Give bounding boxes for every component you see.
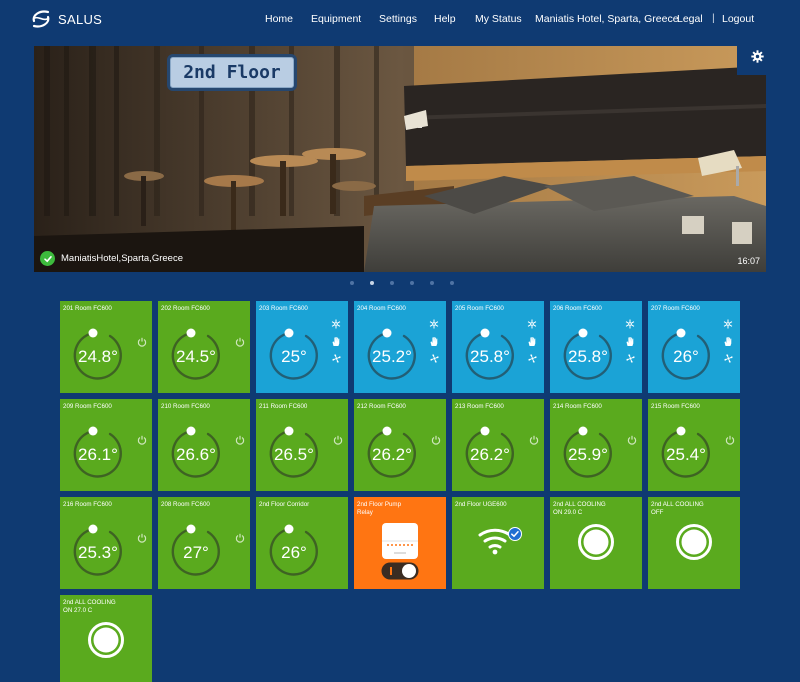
- device-tile[interactable]: 208 Room FC600 27°: [158, 497, 250, 589]
- device-tile[interactable]: 209 Room FC600 26.1°: [60, 399, 152, 491]
- nav-help-link[interactable]: Help: [434, 13, 456, 25]
- device-tile[interactable]: 203 Room FC600 25°: [256, 301, 348, 393]
- nav-my-status-link[interactable]: My Status: [475, 13, 522, 25]
- device-temperature: 26°: [673, 347, 699, 366]
- device-temperature: 27°: [183, 543, 209, 562]
- top-navigation-bar: SALUS Home Equipment Settings Help My St…: [0, 0, 800, 40]
- device-temperature: 25°: [281, 347, 307, 366]
- device-tile[interactable]: 204 Room FC600 25.2°: [354, 301, 446, 393]
- check-circle-icon: [40, 251, 55, 266]
- device-temperature: 26.6°: [176, 445, 216, 464]
- nav-equipment-link[interactable]: Equipment: [311, 13, 361, 25]
- device-tile[interactable]: 202 Room FC600 24.5°: [158, 301, 250, 393]
- carousel-dot[interactable]: [350, 281, 354, 285]
- nav-site-link[interactable]: Maniatis Hotel, Sparta, Greece: [535, 13, 679, 25]
- device-tile[interactable]: 2nd ALL COOLING ON 29.0 C: [550, 497, 642, 589]
- device-tile[interactable]: 2nd ALL COOLING OFF: [648, 497, 740, 589]
- nav-separator: |: [712, 12, 715, 24]
- device-tile[interactable]: 207 Room FC600 26°: [648, 301, 740, 393]
- carousel-indicator: [350, 281, 454, 285]
- nav-home-link[interactable]: Home: [265, 13, 293, 25]
- device-tile[interactable]: 210 Room FC600 26.6°: [158, 399, 250, 491]
- carousel-dot[interactable]: [390, 281, 394, 285]
- location-status: ManiatisHotel,Sparta,Greece: [40, 251, 183, 266]
- device-tile[interactable]: 212 Room FC600 26.2°: [354, 399, 446, 491]
- brand-name: SALUS: [58, 11, 103, 27]
- device-tile[interactable]: 211 Room FC600 26.5°: [256, 399, 348, 491]
- device-tile[interactable]: 213 Room FC600 26.2°: [452, 399, 544, 491]
- carousel-dot[interactable]: [430, 281, 434, 285]
- salus-logo-icon: [30, 9, 52, 29]
- location-name: ManiatisHotel,Sparta,Greece: [61, 253, 183, 264]
- device-temperature: 24.5°: [176, 347, 216, 366]
- gear-icon: [751, 49, 764, 68]
- carousel-dot-active[interactable]: [370, 281, 374, 285]
- device-temperature: 26.2°: [372, 445, 412, 464]
- device-temperature: 25.4°: [666, 445, 706, 464]
- device-temperature: 25.8°: [470, 347, 510, 366]
- device-temperature: 25.2°: [372, 347, 412, 366]
- hotel-room-photo: [34, 46, 766, 272]
- nav-settings-link[interactable]: Settings: [379, 13, 417, 25]
- device-temperature: 26.5°: [274, 445, 314, 464]
- floor-hero-banner[interactable]: 2nd Floor ManiatisHotel,Sparta,Greece 16…: [34, 46, 766, 272]
- carousel-dot[interactable]: [410, 281, 414, 285]
- device-tile[interactable]: 2nd Floor Pump Relay: [354, 497, 446, 589]
- device-temperature: 26°: [281, 543, 307, 562]
- nav-legal-link[interactable]: Legal: [677, 13, 703, 25]
- device-tile[interactable]: 201 Room FC600 24.8°: [60, 301, 152, 393]
- device-tile[interactable]: 2nd Floor Corridor 26°: [256, 497, 348, 589]
- device-tile[interactable]: 205 Room FC600 25.8°: [452, 301, 544, 393]
- device-tile[interactable]: 2nd ALL COOLING ON 27.0 C: [60, 595, 152, 682]
- nav-logout-link[interactable]: Logout: [722, 13, 754, 25]
- current-time: 16:07: [737, 256, 760, 266]
- device-tile[interactable]: 2nd Floor UGE600: [452, 497, 544, 589]
- device-tile[interactable]: 216 Room FC600 25.3°: [60, 497, 152, 589]
- carousel-dot[interactable]: [450, 281, 454, 285]
- floor-label-badge: 2nd Floor: [167, 54, 297, 91]
- device-tile[interactable]: 215 Room FC600 25.4°: [648, 399, 740, 491]
- device-temperature: 25.3°: [78, 543, 118, 562]
- device-temperature: 25.9°: [568, 445, 608, 464]
- device-tile[interactable]: 206 Room FC600 25.8°: [550, 301, 642, 393]
- device-tile[interactable]: 214 Room FC600 25.9°: [550, 399, 642, 491]
- device-temperature: 25.8°: [568, 347, 608, 366]
- salus-logo[interactable]: SALUS: [30, 9, 102, 29]
- device-temperature: 26.1°: [78, 445, 118, 464]
- settings-gear-button[interactable]: [737, 42, 778, 75]
- device-temperature: 24.8°: [78, 347, 118, 366]
- device-temperature: 26.2°: [470, 445, 510, 464]
